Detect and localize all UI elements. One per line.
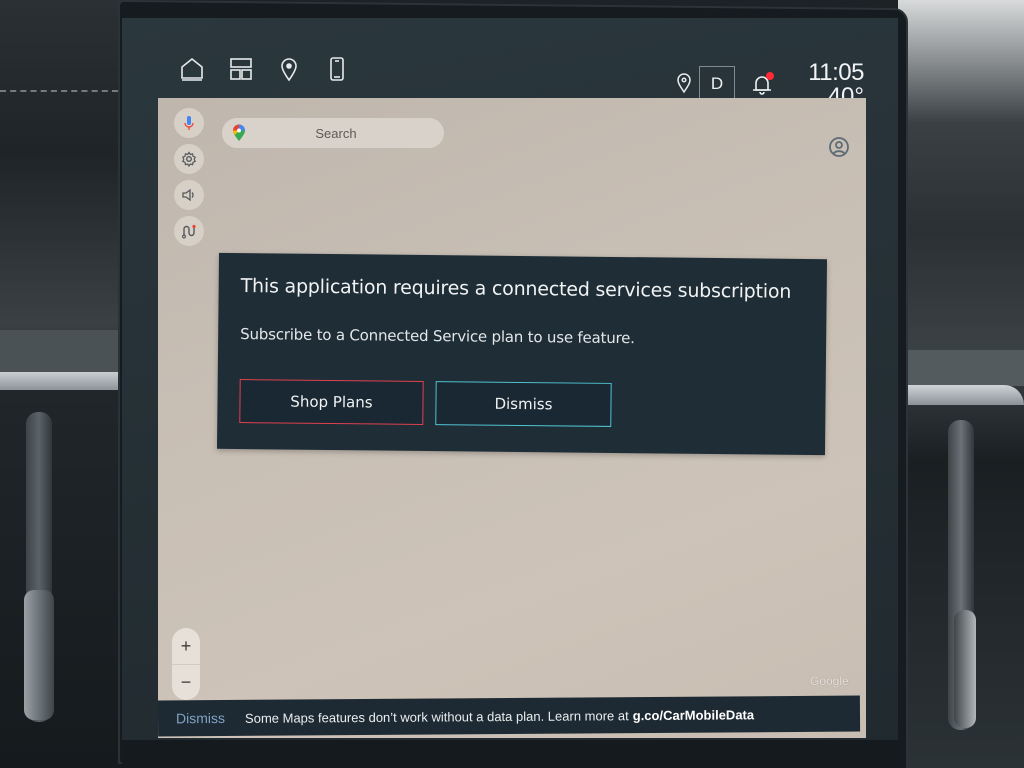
- route-options-button[interactable]: [174, 216, 204, 246]
- snackbar-learn-more-link[interactable]: g.co/CarMobileData: [633, 707, 754, 723]
- location-pin-icon[interactable]: [274, 54, 304, 84]
- notification-badge: [766, 72, 774, 80]
- location-status-icon: [675, 72, 693, 94]
- drive-mode-indicator: D: [699, 66, 735, 102]
- dialog-title: This application requires a connected se…: [240, 275, 792, 303]
- google-maps-pin-icon: [233, 124, 245, 141]
- dashboard-chrome-trim: [904, 385, 1024, 405]
- subscription-required-dialog: This application requires a connected se…: [216, 252, 828, 456]
- account-button[interactable]: [828, 136, 850, 158]
- dashboard-leather-trim: [904, 350, 1024, 386]
- data-plan-snackbar: Dismiss Some Maps features don’t work wi…: [157, 695, 861, 737]
- dashboard-chrome-trim: [0, 372, 118, 390]
- dashboard-leather-trim: [0, 330, 118, 372]
- dashboard-right-panel: [898, 0, 1024, 768]
- zoom-in-button[interactable]: +: [172, 628, 200, 664]
- voice-search-button[interactable]: [174, 108, 204, 138]
- snackbar-message: Some Maps features don’t work without a …: [244, 707, 629, 726]
- infotainment-display: D 11:05 40° Search This application requ…: [122, 18, 898, 768]
- dashboard-left-panel: [0, 0, 130, 768]
- clock: 11:05: [808, 59, 864, 86]
- apps-grid-icon[interactable]: [226, 54, 256, 84]
- map-view[interactable]: Search This application requires a conne…: [158, 98, 866, 738]
- audio-guidance-button[interactable]: [174, 180, 204, 210]
- air-vent-grip: [24, 590, 54, 720]
- status-bar: D 11:05 40°: [122, 18, 898, 109]
- home-icon[interactable]: [177, 54, 207, 84]
- screen-bottom-bezel: [122, 740, 898, 768]
- dashboard-stitching: [0, 90, 118, 92]
- phone-icon[interactable]: [322, 54, 352, 84]
- account-circle-icon: [829, 137, 849, 157]
- air-vent-grip: [954, 610, 976, 728]
- dialog-message: Subscribe to a Connected Service plan to…: [240, 325, 635, 348]
- route-icon: [182, 224, 196, 239]
- shop-plans-button[interactable]: Shop Plans: [239, 379, 424, 425]
- settings-gear-icon: [181, 151, 197, 167]
- zoom-controls: + −: [172, 628, 200, 700]
- dialog-dismiss-button[interactable]: Dismiss: [435, 381, 612, 427]
- search-placeholder: Search: [315, 125, 357, 141]
- search-bar[interactable]: Search: [222, 118, 444, 148]
- settings-button[interactable]: [174, 144, 204, 174]
- snackbar-dismiss-button[interactable]: Dismiss: [176, 710, 225, 726]
- google-attribution: Google: [810, 674, 849, 688]
- bell-icon[interactable]: [750, 72, 776, 98]
- microphone-icon: [184, 116, 194, 130]
- zoom-out-button[interactable]: −: [172, 664, 200, 700]
- volume-icon: [182, 188, 194, 202]
